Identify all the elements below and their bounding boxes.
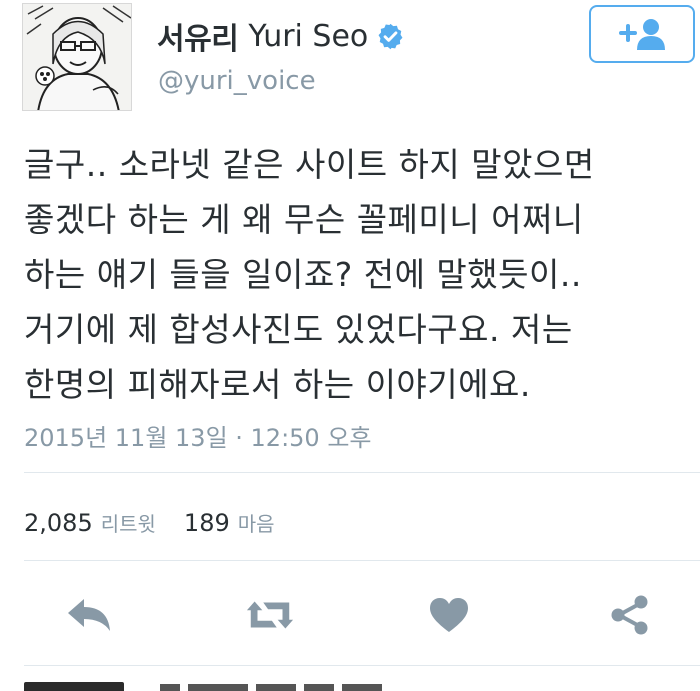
retweet-icon: [246, 601, 294, 629]
next-tweet-avatar: [24, 682, 124, 691]
verified-badge-icon: [376, 22, 405, 51]
tweet-stats: 2,085 리트윗 189 마음: [24, 508, 303, 537]
like-label[interactable]: 마음: [238, 508, 275, 537]
retweet-button[interactable]: [245, 590, 295, 640]
display-name-korean: 서유리: [157, 22, 239, 57]
retweet-count[interactable]: 2,085: [24, 509, 93, 537]
add-user-icon: [619, 19, 665, 50]
next-tweet-preview: [160, 677, 390, 691]
tweet-timestamp[interactable]: 2015년 11월 13일 · 12:50 오후: [24, 418, 372, 453]
user-handle[interactable]: @yuri_voice: [158, 66, 316, 96]
reply-button[interactable]: [64, 590, 114, 640]
retweet-label[interactable]: 리트윗: [101, 508, 156, 537]
tweet-actions: [0, 590, 700, 640]
like-button[interactable]: [424, 590, 474, 640]
divider: [24, 665, 700, 666]
divider: [24, 560, 700, 561]
like-count[interactable]: 189: [184, 509, 230, 537]
reply-icon: [68, 599, 110, 631]
heart-icon: [430, 598, 468, 632]
share-button[interactable]: [605, 590, 655, 640]
display-name-english: Yuri Seo: [248, 18, 369, 54]
share-icon: [611, 595, 648, 635]
avatar[interactable]: [22, 3, 132, 111]
divider: [24, 472, 700, 473]
follow-button[interactable]: [589, 5, 695, 63]
avatar-illustration: [23, 4, 131, 110]
display-name[interactable]: 서유리 Yuri Seo: [157, 14, 405, 58]
tweet-text: 글구.. 소라넷 같은 사이트 하지 말았으면 좋겠다 하는 게 왜 무슨 꼴페…: [24, 145, 595, 404]
